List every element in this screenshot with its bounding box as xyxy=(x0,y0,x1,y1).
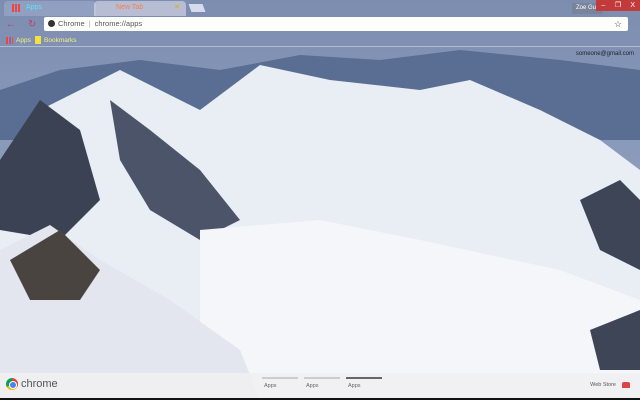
folder-icon xyxy=(35,36,41,44)
web-store-link[interactable]: Web Store xyxy=(590,382,630,388)
reload-icon[interactable]: ↻ xyxy=(28,19,36,30)
tab-strip: Apps New Tab ✕ Zoe Guy – ❐ X xyxy=(0,0,640,16)
omnibox[interactable]: Chrome | chrome://apps ☆ xyxy=(44,17,628,31)
page-label: Apps xyxy=(264,383,277,389)
chrome-chip-icon xyxy=(48,20,55,27)
bookmark-label: Bookmarks xyxy=(44,36,77,44)
omnibox-separator: | xyxy=(88,19,91,28)
bookmark-label: Apps xyxy=(16,36,31,44)
omnibox-chip: Chrome xyxy=(58,19,85,28)
page-label: Apps xyxy=(348,383,361,389)
minimize-button[interactable]: – xyxy=(596,0,611,11)
close-tab-icon[interactable]: ✕ xyxy=(174,3,180,11)
apps-grid-icon xyxy=(6,36,13,44)
web-store-icon xyxy=(622,382,630,388)
tab-new-tab[interactable]: New Tab ✕ xyxy=(94,1,186,16)
bookmark-bookmarks[interactable]: Bookmarks xyxy=(35,35,77,45)
chrome-icon xyxy=(6,378,18,390)
tab-title: Apps xyxy=(26,4,42,11)
window-controls: – ❐ X xyxy=(596,0,640,11)
page-switcher-1[interactable]: Apps xyxy=(262,377,298,389)
divider xyxy=(0,46,640,47)
brand-text: chrome xyxy=(21,378,58,390)
web-store-label: Web Store xyxy=(590,382,616,388)
back-arrow-icon[interactable]: ← xyxy=(6,19,16,30)
bookmark-star-icon[interactable]: ☆ xyxy=(614,17,622,31)
mountain-wallpaper xyxy=(0,0,640,400)
page-switcher-2[interactable]: Apps xyxy=(304,377,340,389)
maximize-button[interactable]: ❐ xyxy=(611,0,626,11)
page-label: Apps xyxy=(306,383,319,389)
close-window-button[interactable]: X xyxy=(625,0,640,11)
chrome-logo: chrome xyxy=(6,378,58,390)
new-tab-button[interactable] xyxy=(188,4,206,12)
tab-apps[interactable]: Apps xyxy=(4,1,96,16)
ntp-footer: chrome Apps Apps Apps Web Store xyxy=(0,373,640,400)
tab-title: New Tab xyxy=(116,4,144,11)
apps-grid-icon xyxy=(12,4,20,12)
page-switcher-3[interactable]: Apps xyxy=(346,377,382,389)
bookmark-apps[interactable]: Apps xyxy=(6,35,31,45)
account-email[interactable]: someone@gmail.com xyxy=(576,51,634,57)
omnibox-url: chrome://apps xyxy=(94,19,143,28)
